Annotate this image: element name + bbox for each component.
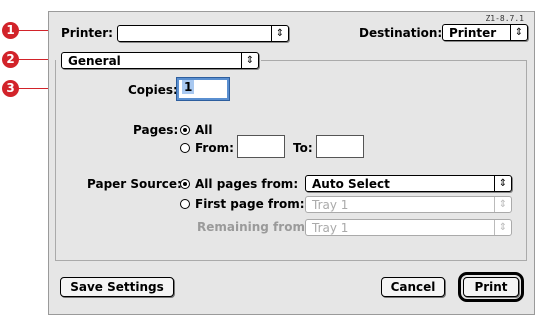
all-pages-radio[interactable] (180, 179, 190, 189)
panel-border-right (526, 60, 527, 260)
popup-arrows-icon: ⇕ (241, 53, 258, 68)
print-button[interactable]: Print (458, 272, 524, 302)
popup-arrows-icon: ⇕ (494, 176, 511, 191)
popup-arrows-icon: ⇕ (494, 197, 511, 212)
destination-popup[interactable]: Printer ⇕ (442, 24, 528, 41)
figure-reference: Z1-8.7.1 (485, 14, 524, 23)
pages-label: Pages: (133, 123, 179, 137)
panel-popup[interactable]: General ⇕ (61, 52, 259, 69)
callout-2: 2 (2, 51, 19, 68)
all-pages-value: Auto Select (312, 177, 390, 191)
popup-arrows-icon: ⇕ (510, 25, 527, 40)
printer-label: Printer: (61, 26, 113, 40)
printer-popup[interactable]: ⇕ (117, 25, 289, 42)
copies-value: 1 (182, 80, 195, 94)
panel-border-left (55, 60, 56, 260)
first-page-label: First page from: (195, 197, 305, 211)
paper-source-label: Paper Source: (87, 177, 182, 191)
copies-label: Copies: (128, 83, 178, 97)
remaining-popup[interactable]: Tray 1 ⇕ (305, 219, 512, 236)
all-pages-popup[interactable]: Auto Select ⇕ (305, 175, 512, 192)
panel-value: General (68, 54, 121, 68)
copies-field[interactable]: 1 (176, 77, 230, 101)
callout-1: 1 (2, 22, 19, 39)
first-page-popup[interactable]: Tray 1 ⇕ (305, 196, 512, 213)
cancel-button[interactable]: Cancel (381, 277, 445, 297)
save-settings-button[interactable]: Save Settings (60, 277, 174, 297)
panel-separator (261, 60, 526, 61)
popup-arrows-icon: ⇕ (494, 220, 511, 235)
pages-from-radio[interactable] (180, 143, 190, 153)
first-page-radio[interactable] (180, 199, 190, 209)
pages-all-label: All (195, 123, 213, 137)
destination-label: Destination: (359, 26, 443, 40)
callout-3: 3 (2, 80, 19, 97)
pages-to-label: To: (293, 141, 313, 155)
panel-border-bottom (55, 260, 527, 261)
pages-from-field[interactable] (237, 135, 285, 158)
remaining-label: Remaining from: (197, 220, 310, 234)
print-dialog: Z1-8.7.1 Printer: ⇕ Destination: Printer… (48, 11, 535, 315)
pages-all-radio[interactable] (180, 125, 190, 135)
all-pages-label: All pages from: (195, 177, 299, 191)
popup-arrows-icon: ⇕ (271, 26, 288, 41)
pages-from-label: From: (195, 141, 234, 155)
first-page-value: Tray 1 (312, 198, 349, 212)
destination-value: Printer (449, 26, 497, 40)
pages-to-field[interactable] (316, 135, 364, 158)
remaining-value: Tray 1 (312, 221, 349, 235)
